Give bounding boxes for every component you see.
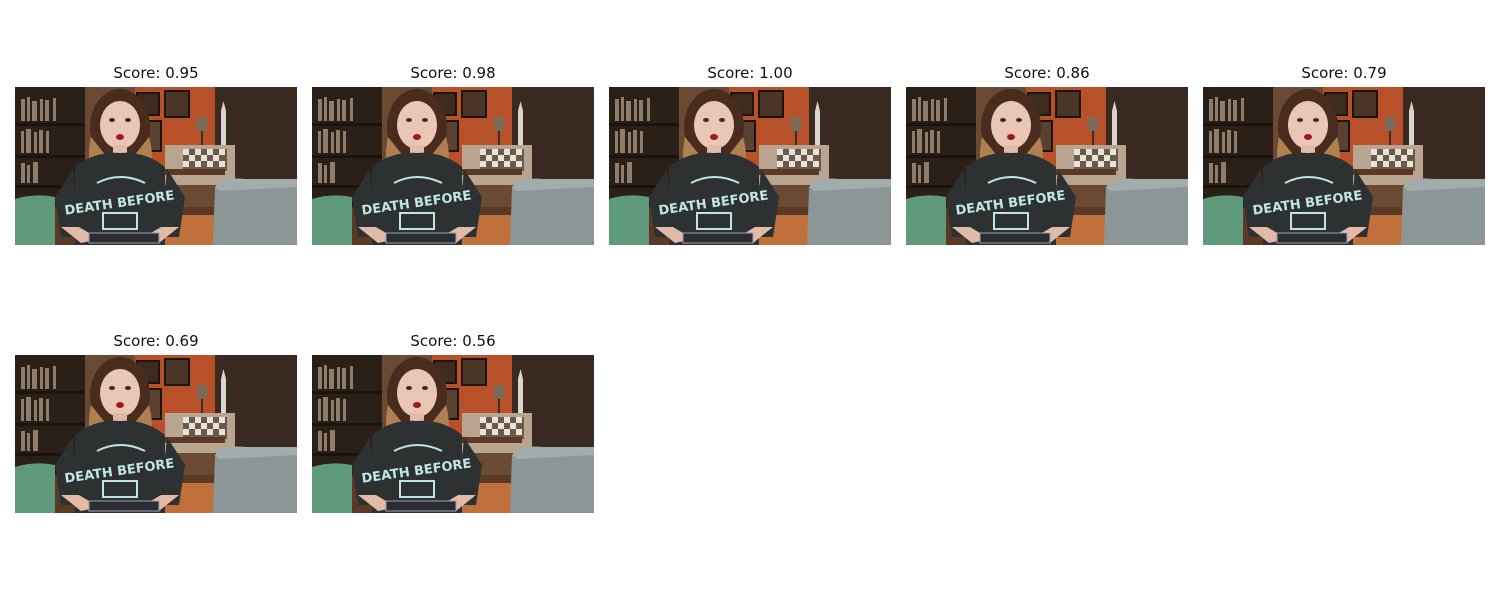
frame-score-title: Score: 0.69 (113, 332, 199, 350)
video-frame-image: DEATH BEFORE (312, 355, 594, 513)
frame-score-title: Score: 0.98 (410, 64, 496, 82)
video-frame-image: DEATH BEFORE (312, 87, 594, 245)
video-frame-image: DEATH BEFORE (1203, 87, 1485, 245)
video-frame-image: DEATH BEFORE (609, 87, 891, 245)
frame-score-title: Score: 0.56 (410, 332, 496, 350)
video-frame-image: DEATH BEFORE (906, 87, 1188, 245)
video-frame-image: DEATH BEFORE (15, 87, 297, 245)
frame-score-title: Score: 0.95 (113, 64, 199, 82)
frame-score-title: Score: 0.79 (1301, 64, 1387, 82)
frame-score-title: Score: 1.00 (707, 64, 793, 82)
video-frame-image: DEATH BEFORE (15, 355, 297, 513)
frame-score-title: Score: 0.86 (1004, 64, 1090, 82)
